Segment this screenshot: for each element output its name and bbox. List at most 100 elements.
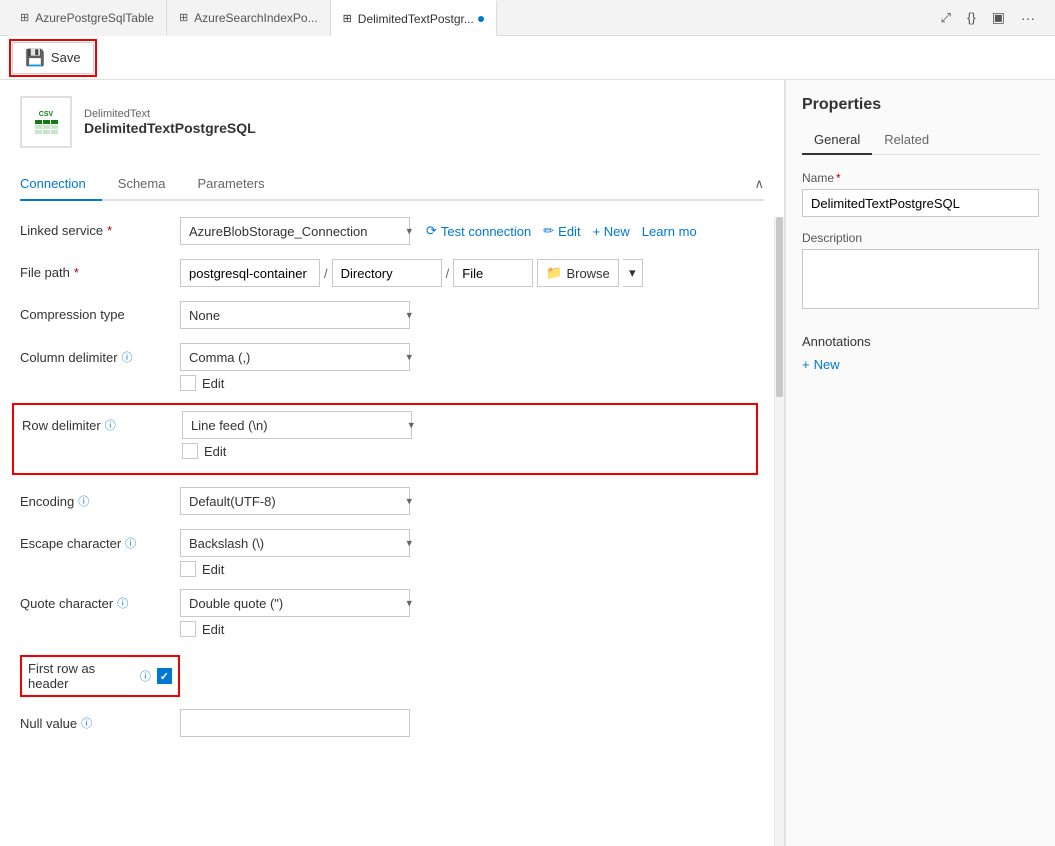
null-value-info-icon[interactable]: ⓘ: [81, 715, 92, 731]
column-delimiter-info-icon[interactable]: ⓘ: [122, 349, 133, 365]
encoding-select[interactable]: Default(UTF-8): [180, 487, 410, 515]
properties-title: Properties: [802, 96, 1039, 114]
save-button[interactable]: 💾 Save: [12, 42, 94, 74]
file-input[interactable]: [453, 259, 533, 287]
collapse-icon[interactable]: ∧: [754, 176, 764, 192]
test-connection-icon: ⟳: [426, 223, 437, 239]
panel-icon[interactable]: ▣: [988, 5, 1009, 30]
column-delimiter-edit-label[interactable]: Edit: [180, 375, 758, 391]
properties-tabs: General Related: [802, 126, 1039, 155]
escape-character-controls: Backslash (\) Edit: [180, 529, 758, 577]
linked-service-label: Linked service *: [20, 217, 180, 238]
new-link[interactable]: + New: [593, 224, 630, 239]
encoding-row: Encoding ⓘ Default(UTF-8): [20, 487, 758, 517]
more-icon[interactable]: ···: [1017, 6, 1039, 30]
escape-character-wrapper: Backslash (\): [180, 529, 420, 557]
tab-bar: ⊞ AzurePostgreSqlTable ⊞ AzureSearchInde…: [0, 0, 1055, 36]
quote-character-label: Quote character ⓘ: [20, 589, 180, 611]
quote-character-select[interactable]: Double quote ("): [180, 589, 410, 617]
filepath-row: / / 📁 Browse ▾: [180, 259, 758, 287]
quote-character-edit-checkbox[interactable]: [180, 621, 196, 637]
edit-icon: ✏: [543, 223, 554, 239]
csv-icon: CSV: [20, 96, 72, 148]
column-delimiter-controls: Comma (,) Edit: [180, 343, 758, 391]
plus-icon: +: [802, 357, 810, 372]
quote-character-edit-label[interactable]: Edit: [180, 621, 758, 637]
linked-service-row: Linked service * AzureBlobStorage_Connec…: [20, 217, 758, 247]
learn-more-link[interactable]: Learn mo: [642, 224, 697, 239]
first-row-header-label: First row as header ⓘ: [20, 649, 180, 697]
compression-type-wrapper: None: [180, 301, 420, 329]
column-delimiter-wrapper: Comma (,): [180, 343, 420, 371]
compression-type-controls: None: [180, 301, 758, 329]
new-annotation-button[interactable]: + New: [802, 357, 1039, 372]
row-delimiter-controls: Line feed (\n) Edit: [182, 411, 748, 459]
row-delimiter-wrapper: Line feed (\n): [182, 411, 422, 439]
save-label: Save: [51, 50, 81, 65]
row-delimiter-select[interactable]: Line feed (\n): [182, 411, 412, 439]
linked-service-required: *: [107, 223, 112, 238]
tab-label: AzureSearchIndexPo...: [194, 11, 317, 25]
escape-character-edit-checkbox[interactable]: [180, 561, 196, 577]
test-connection-link[interactable]: ⟳ Test connection: [426, 223, 531, 239]
save-disk-icon: 💾: [25, 48, 45, 68]
first-row-header-highlighted: First row as header ⓘ: [20, 655, 180, 697]
tab-parameters[interactable]: Parameters: [197, 168, 280, 201]
annotations-title: Annotations: [802, 334, 1039, 349]
encoding-info-icon[interactable]: ⓘ: [78, 493, 89, 509]
prop-tab-general[interactable]: General: [802, 126, 872, 155]
linked-service-select[interactable]: AzureBlobStorage_Connection: [180, 217, 410, 245]
row-delimiter-label: Row delimiter ⓘ: [22, 411, 182, 433]
prop-name-input[interactable]: [802, 189, 1039, 217]
compression-type-select[interactable]: None: [180, 301, 410, 329]
directory-input[interactable]: [332, 259, 442, 287]
scrollable-content: Linked service * AzureBlobStorage_Connec…: [0, 217, 774, 846]
prop-description-textarea[interactable]: [802, 249, 1039, 309]
escape-character-edit-label[interactable]: Edit: [180, 561, 758, 577]
panel-with-scroll: Linked service * AzureBlobStorage_Connec…: [0, 217, 784, 846]
escape-character-select[interactable]: Backslash (\): [180, 529, 410, 557]
dataset-type-label: DelimitedText: [84, 108, 256, 120]
column-delimiter-label: Column delimiter ⓘ: [20, 343, 180, 365]
null-value-input[interactable]: [180, 709, 410, 737]
browse-button[interactable]: 📁 Browse: [537, 259, 619, 287]
right-panel: Properties General Related Name * Descri…: [785, 80, 1055, 846]
encoding-controls: Default(UTF-8): [180, 487, 758, 515]
expand-icon[interactable]: ⤢: [937, 6, 955, 30]
row-delimiter-highlighted-row: Row delimiter ⓘ Line feed (\n): [12, 403, 758, 475]
dataset-header: CSV DelimitedText DelimitedTextPostgreSQ…: [20, 96, 764, 148]
row-delimiter-info-icon[interactable]: ⓘ: [105, 417, 116, 433]
tab-delimited-text[interactable]: ⊞ DelimitedTextPostgr...: [331, 0, 497, 36]
column-delimiter-edit-checkbox[interactable]: [180, 375, 196, 391]
quote-character-controls: Double quote (") Edit: [180, 589, 758, 637]
file-path-row: File path * / / 📁 Browse: [20, 259, 758, 289]
first-row-header-info-icon[interactable]: ⓘ: [140, 668, 151, 684]
column-delimiter-select[interactable]: Comma (,): [180, 343, 410, 371]
scrollbar-thumb[interactable]: [776, 217, 783, 397]
tab-schema[interactable]: Schema: [118, 168, 182, 201]
prop-description-field: Description: [802, 231, 1039, 312]
scrollbar-track[interactable]: [774, 217, 784, 846]
json-icon[interactable]: {}: [963, 6, 980, 29]
row-delimiter-edit-label[interactable]: Edit: [182, 443, 748, 459]
first-row-header-checkbox[interactable]: [157, 668, 172, 684]
row-delimiter-edit-checkbox[interactable]: [182, 443, 198, 459]
quote-character-row: Quote character ⓘ Double quote (") Edit: [20, 589, 758, 637]
tab-connection[interactable]: Connection: [20, 168, 102, 201]
linked-service-actions: ⟳ Test connection ✏ Edit + New: [426, 223, 697, 239]
dataset-name-label: DelimitedTextPostgreSQL: [84, 120, 256, 136]
tab-label: DelimitedTextPostgr...: [358, 12, 474, 26]
annotations-section: Annotations + New: [802, 334, 1039, 372]
escape-character-info-icon[interactable]: ⓘ: [125, 535, 136, 551]
browse-dropdown[interactable]: ▾: [623, 259, 643, 287]
container-input[interactable]: [180, 259, 320, 287]
null-value-controls: [180, 709, 758, 737]
prop-tab-related[interactable]: Related: [872, 126, 941, 155]
quote-character-wrapper: Double quote ("): [180, 589, 420, 617]
column-delimiter-row: Column delimiter ⓘ Comma (,) Edit: [20, 343, 758, 391]
csv-label: CSV: [39, 111, 53, 118]
quote-character-info-icon[interactable]: ⓘ: [117, 595, 128, 611]
edit-link[interactable]: ✏ Edit: [543, 223, 580, 239]
tab-azure-search[interactable]: ⊞ AzureSearchIndexPo...: [167, 0, 331, 36]
tab-azure-postgresql[interactable]: ⊞ AzurePostgreSqlTable: [8, 0, 167, 36]
